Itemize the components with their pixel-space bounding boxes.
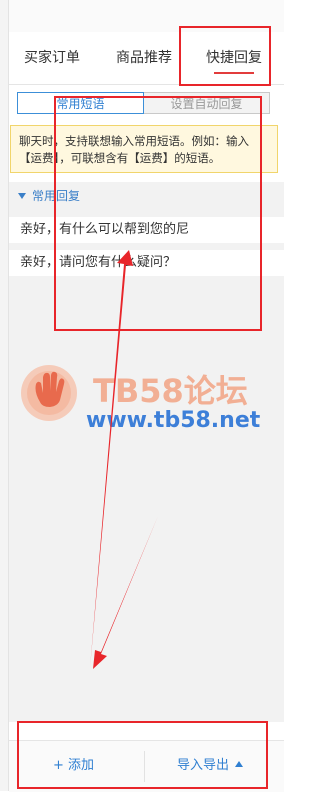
top-bar	[9, 0, 284, 33]
watermark-url: www.tb58.net	[86, 408, 261, 433]
tab-buyer-orders[interactable]: 买家订单	[17, 32, 87, 84]
watermark: TB58论坛 www.tb58.net	[18, 358, 268, 438]
section-header[interactable]: 常用回复	[9, 186, 284, 206]
import-export-button[interactable]: 导入导出	[177, 755, 244, 777]
bottom-divider	[144, 751, 145, 782]
phrase-item[interactable]: 亲好，请问您有什么疑问？	[9, 250, 284, 276]
watermark-title: TB58论坛	[93, 372, 248, 410]
caret-up-icon	[235, 761, 244, 767]
add-button[interactable]: + 添加	[53, 755, 94, 777]
segment-auto-reply-settings[interactable]: 设置自动回复	[144, 92, 270, 114]
phrase-section: 常用回复 亲好，有什么可以帮到您的尼 亲好，请问您有什么疑问？	[9, 182, 284, 722]
tab-quick-reply[interactable]: 快捷回复	[196, 32, 272, 84]
segment-common-phrases[interactable]: 常用短语	[17, 92, 144, 114]
palm-logo-icon	[21, 365, 77, 421]
phrase-item[interactable]: 亲好，有什么可以帮到您的尼	[9, 217, 284, 243]
left-border	[0, 0, 9, 791]
tab-bar: 买家订单 商品推荐 快捷回复	[9, 32, 284, 85]
import-export-label: 导入导出	[177, 758, 230, 773]
hint-banner: 聊天时，支持联想输入常用短语。例如：输入【运费】，可联想含有【运费】的短语。	[10, 125, 278, 173]
section-title: 常用回复	[32, 189, 81, 203]
bottom-bar: + 添加 导入导出	[9, 740, 284, 792]
collapse-triangle-icon[interactable]	[18, 193, 26, 199]
tab-product-recommend[interactable]: 商品推荐	[107, 32, 181, 84]
